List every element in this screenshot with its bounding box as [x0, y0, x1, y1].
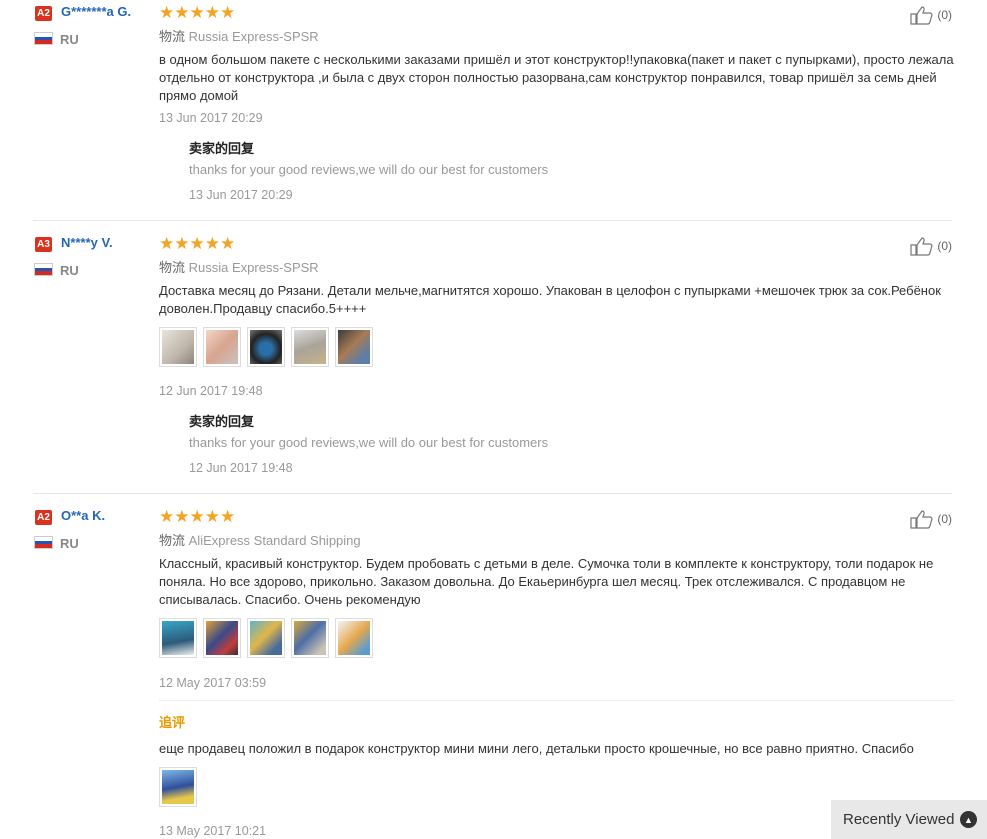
seller-reply-text: thanks for your good reviews,we will do …: [189, 162, 549, 177]
review-photo-thumbnail[interactable]: [203, 327, 241, 367]
followup-photos: [159, 767, 197, 807]
logistics-info: 物流 Russia Express-SPSR: [159, 26, 319, 45]
seller-reply-date: 13 Jun 2017 20:29: [189, 188, 293, 202]
reviewer-name[interactable]: N****y V.: [61, 235, 113, 250]
seller-reply-title: 卖家的回复: [189, 141, 255, 156]
reviewer-country: RU: [60, 263, 79, 278]
like-count: (0): [937, 8, 952, 22]
like-button[interactable]: (0): [910, 5, 952, 25]
review-divider: [33, 220, 952, 221]
review-divider: [33, 493, 952, 494]
review-text: Классный, красивый конструктор. Будем пр…: [159, 556, 934, 607]
thumbs-up-icon: [910, 510, 933, 529]
seller-reply-text: thanks for your good reviews,we will do …: [189, 435, 549, 450]
buyer-level-badge: A2: [35, 6, 52, 21]
thumbs-up-icon: [910, 6, 933, 25]
logistics-info: 物流 AliExpress Standard Shipping: [159, 530, 361, 549]
review-photo-thumbnail[interactable]: [291, 618, 329, 658]
followup-text: еще продавец положил в подарок конструкт…: [159, 741, 914, 756]
logistics-method: AliExpress Standard Shipping: [188, 533, 361, 548]
review-text: Доставка месяц до Рязани. Детали мельче,…: [159, 283, 941, 316]
star-rating: ★★★★★: [159, 234, 236, 253]
like-button[interactable]: (0): [910, 236, 952, 256]
review-photo-thumbnail[interactable]: [203, 618, 241, 658]
review-date: 12 May 2017 03:59: [159, 676, 267, 690]
reviewer-name[interactable]: G*******a G.: [61, 4, 131, 19]
logistics-info: 物流 Russia Express-SPSR: [159, 257, 319, 276]
followup-title: 追评: [159, 715, 186, 730]
recently-viewed-label: Recently Viewed: [843, 811, 955, 828]
review-photo-thumbnail[interactable]: [159, 767, 197, 807]
buyer-level-badge: A2: [35, 510, 52, 525]
like-count: (0): [937, 239, 952, 253]
star-rating: ★★★★★: [159, 507, 236, 526]
review-item: A2 G*******a G. RU ★★★★★ (0) 物流 Russia E…: [33, 0, 954, 220]
like-button[interactable]: (0): [910, 509, 952, 529]
logistics-method: Russia Express-SPSR: [188, 260, 319, 275]
followup-date: 13 May 2017 10:21: [159, 824, 267, 838]
logistics-method: Russia Express-SPSR: [188, 29, 319, 44]
review-photo-thumbnail[interactable]: [335, 327, 373, 367]
russia-flag-icon: [34, 536, 53, 549]
review-date: 13 Jun 2017 20:29: [159, 111, 263, 125]
thumbs-up-icon: [910, 237, 933, 256]
review-date: 12 Jun 2017 19:48: [159, 384, 263, 398]
review-photos: [159, 618, 373, 658]
seller-reply-date: 12 Jun 2017 19:48: [189, 461, 293, 475]
reviewer-country: RU: [60, 536, 79, 551]
recently-viewed-button[interactable]: Recently Viewed ▲: [831, 800, 987, 839]
like-count: (0): [937, 512, 952, 526]
russia-flag-icon: [34, 263, 53, 276]
review-photo-thumbnail[interactable]: [247, 618, 285, 658]
star-rating: ★★★★★: [159, 3, 236, 22]
seller-reply-title: 卖家的回复: [189, 414, 255, 429]
review-photos: [159, 327, 373, 367]
review-photo-thumbnail[interactable]: [291, 327, 329, 367]
review-photo-thumbnail[interactable]: [159, 327, 197, 367]
russia-flag-icon: [34, 32, 53, 45]
logistics-label: 物流: [159, 260, 186, 275]
logistics-label: 物流: [159, 533, 186, 548]
review-photo-thumbnail[interactable]: [335, 618, 373, 658]
review-item: A2 O**a K. RU ★★★★★ (0) 物流 AliExpress St…: [33, 504, 954, 839]
reviewer-name[interactable]: O**a K.: [61, 508, 105, 523]
review-item: A3 N****y V. RU ★★★★★ (0) 物流 Russia Expr…: [33, 231, 952, 493]
review-photo-thumbnail[interactable]: [159, 618, 197, 658]
reviewer-country: RU: [60, 32, 79, 47]
buyer-level-badge: A3: [35, 237, 52, 252]
review-text: в одном большом пакете с несколькими зак…: [159, 52, 954, 103]
logistics-label: 物流: [159, 29, 186, 44]
followup-divider: [159, 700, 954, 701]
chevron-up-icon: ▲: [960, 811, 977, 828]
review-photo-thumbnail[interactable]: [247, 327, 285, 367]
